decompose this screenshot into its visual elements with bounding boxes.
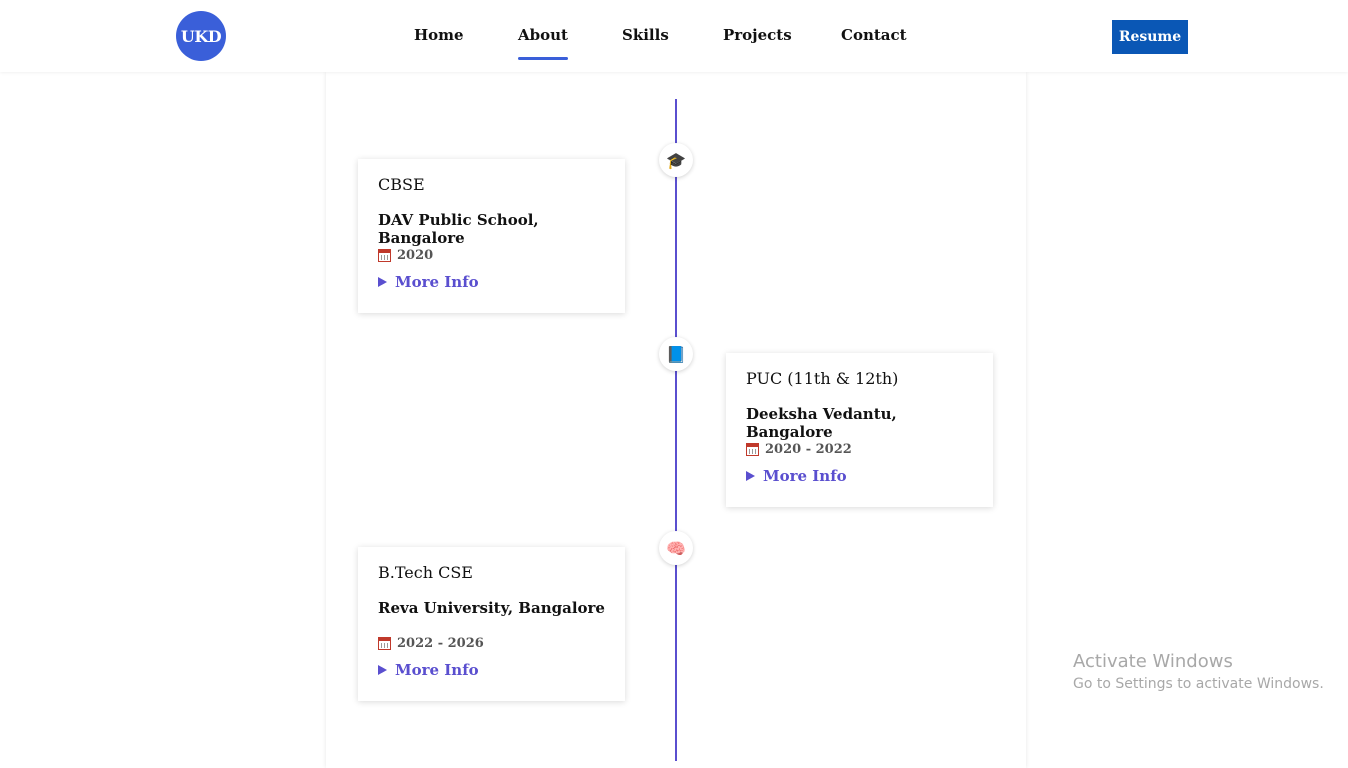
card-degree: PUC (11th & 12th) <box>746 369 899 388</box>
logo-text: UKD <box>180 26 222 46</box>
book-icon: 📘 <box>659 337 693 371</box>
nav-home[interactable]: Home <box>414 26 464 44</box>
graduation-cap-icon: 🎓 <box>659 143 693 177</box>
card-date: 2020 - 2022 <box>746 441 973 457</box>
card-date: 2020 <box>378 247 605 263</box>
activate-windows-watermark: Activate Windows Go to Settings to activ… <box>1073 651 1324 692</box>
nav-projects[interactable]: Projects <box>723 26 792 44</box>
triangle-right-icon <box>378 277 387 287</box>
card-degree: CBSE <box>378 175 425 194</box>
watermark-subtitle: Go to Settings to activate Windows. <box>1073 676 1324 692</box>
timeline-card-cbse: CBSE DAV Public School, Bangalore 2020 M… <box>358 159 625 313</box>
resume-button[interactable]: Resume <box>1112 20 1188 54</box>
timeline-card-puc: PUC (11th & 12th) Deeksha Vedantu, Banga… <box>726 353 993 507</box>
timeline-card-btech: B.Tech CSE Reva University, Bangalore 20… <box>358 547 625 701</box>
triangle-right-icon <box>746 471 755 481</box>
triangle-right-icon <box>378 665 387 675</box>
card-school: Reva University, Bangalore <box>378 599 605 617</box>
card-school: DAV Public School, Bangalore <box>378 211 539 247</box>
nav-about[interactable]: About <box>518 26 568 60</box>
calendar-icon <box>746 442 759 456</box>
calendar-icon <box>378 636 391 650</box>
logo-badge[interactable]: UKD <box>176 11 226 61</box>
more-info-toggle[interactable]: More Info <box>746 467 973 485</box>
more-info-toggle[interactable]: More Info <box>378 661 605 679</box>
more-info-toggle[interactable]: More Info <box>378 273 605 291</box>
watermark-title: Activate Windows <box>1073 651 1233 672</box>
card-degree: B.Tech CSE <box>378 563 473 582</box>
brain-icon: 🧠 <box>659 531 693 565</box>
navbar: UKD Home About Skills Projects Contact R… <box>0 0 1348 72</box>
nav-skills[interactable]: Skills <box>622 26 669 44</box>
card-school: Deeksha Vedantu, Bangalore <box>746 405 897 441</box>
card-date: 2022 - 2026 <box>378 635 605 651</box>
timeline-line <box>675 99 677 761</box>
calendar-icon <box>378 248 391 262</box>
nav-contact[interactable]: Contact <box>841 26 907 44</box>
